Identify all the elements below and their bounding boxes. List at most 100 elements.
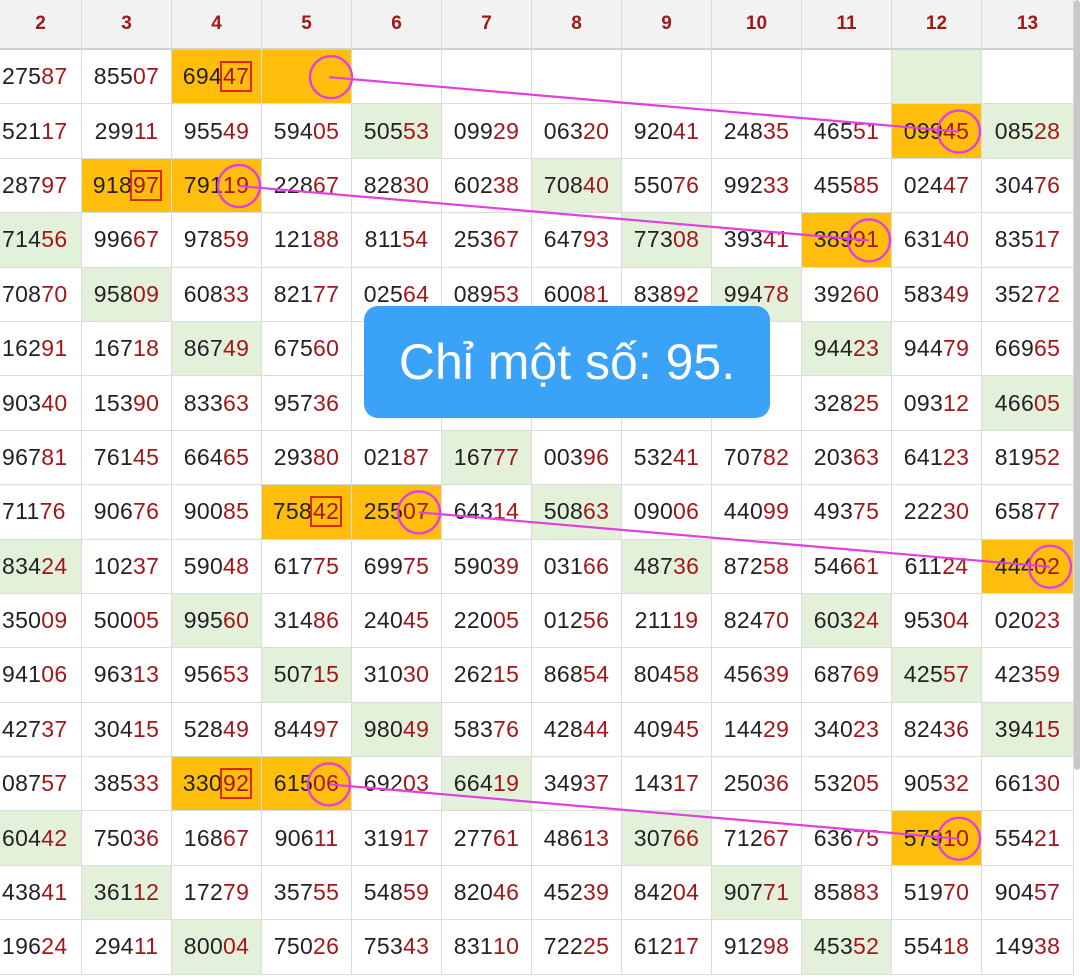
- number-cell: 031 66: [532, 539, 622, 594]
- number-head: 393: [723, 226, 764, 253]
- number-head: 995: [183, 607, 224, 634]
- tail-digits: 06: [313, 770, 340, 797]
- tail-digits: 17: [673, 933, 700, 960]
- number-head: 867: [183, 335, 224, 362]
- tail-digits: 79: [943, 335, 970, 362]
- tail-digits: 12: [133, 879, 160, 906]
- tail-digits: 41: [763, 226, 790, 253]
- number-head: 168: [183, 824, 224, 851]
- number-head: 967: [2, 443, 42, 470]
- tail-digits: 30: [403, 171, 430, 198]
- number-head: 824: [723, 607, 764, 634]
- number-cell: 330 92: [172, 757, 262, 812]
- number-cell: 444 02: [982, 539, 1074, 594]
- tail-digits: 63: [853, 443, 880, 470]
- tail-digits: 76: [1034, 171, 1061, 198]
- tail-digits: 25: [853, 389, 880, 416]
- number-cell: 867 49: [172, 321, 262, 377]
- number-head: 548: [363, 879, 404, 906]
- tail-digits: 75: [853, 498, 880, 525]
- tail-digits: 12: [943, 389, 970, 416]
- number-cell: 604 42: [0, 811, 82, 866]
- number-cell: 486 13: [532, 811, 622, 866]
- number-head: 955: [183, 117, 224, 144]
- number-head: 456: [723, 661, 764, 688]
- number-head: 550: [633, 171, 674, 198]
- tail-digits: 45: [943, 117, 970, 144]
- number-cell: 750 26: [262, 920, 352, 975]
- tail-digits: 38: [1034, 933, 1061, 960]
- tail-digits: 36: [313, 389, 340, 416]
- number-cell: 548 59: [352, 865, 442, 921]
- number-head: 149: [994, 933, 1035, 960]
- tail-digits: 56: [583, 607, 610, 634]
- tail-digits: 05: [313, 117, 340, 144]
- number-head: 438: [2, 879, 42, 906]
- tail-digits: 70: [763, 607, 790, 634]
- tail-digits: 30: [943, 498, 970, 525]
- number-head: 024: [903, 171, 944, 198]
- number-cell: 519 70: [892, 865, 982, 921]
- number-head: 167: [93, 335, 134, 362]
- column-header-9: 9: [622, 0, 712, 50]
- number-head: 590: [453, 552, 494, 579]
- number-cell: 466 05: [982, 376, 1074, 431]
- number-head: 486: [543, 824, 584, 851]
- number-head: 546: [813, 552, 854, 579]
- tail-digits: 13: [583, 824, 610, 851]
- number-head: 102: [93, 552, 134, 579]
- scrollbar[interactable]: [1074, 0, 1080, 770]
- tail-digits: 67: [223, 824, 250, 851]
- tail-digits: 53: [493, 280, 520, 307]
- number-cell: 299 11: [82, 104, 172, 159]
- tail-digits: 19: [672, 607, 699, 634]
- tail-digits: 02: [1034, 552, 1061, 579]
- number-head: 144: [723, 715, 764, 742]
- tail-digits: 04: [223, 933, 250, 960]
- number-head: 287: [2, 171, 42, 198]
- tail-digits: 70: [943, 879, 970, 906]
- number-head: 093: [903, 389, 944, 416]
- number-cell: 664 65: [172, 430, 262, 486]
- number-cell: 255 07: [352, 485, 442, 540]
- tail-digits: 56: [41, 226, 68, 253]
- number-head: 304: [994, 171, 1035, 198]
- number-head: 900: [183, 498, 224, 525]
- tail-digits: 24: [41, 552, 68, 579]
- number-head: 980: [363, 715, 404, 742]
- number-head: 761: [93, 443, 134, 470]
- number-head: 978: [183, 226, 224, 253]
- tail-digits: 97: [313, 715, 340, 742]
- tail-digits: 70: [41, 280, 68, 307]
- tail-digits: 06: [41, 661, 68, 688]
- tail-digits: 64: [403, 280, 430, 307]
- number-cell: 409 45: [622, 702, 712, 758]
- boxed-tail-digits: 92: [220, 768, 253, 800]
- number-cell: 508 63: [532, 485, 622, 540]
- number-head: 711: [2, 498, 40, 525]
- tail-digits: 29: [493, 117, 520, 144]
- tail-digits: 54: [402, 226, 429, 253]
- number-cell: 500 05: [82, 593, 172, 649]
- number-head: 600: [543, 280, 584, 307]
- number-cell: 820 46: [442, 865, 532, 921]
- tail-digits: 26: [313, 933, 340, 960]
- number-cell: 753 43: [352, 920, 442, 975]
- number-cell: 328 25: [802, 376, 892, 431]
- number-head: 493: [813, 498, 854, 525]
- tail-digits: 61: [493, 824, 520, 851]
- tail-digits: 11: [133, 933, 159, 960]
- number-head: 956: [183, 661, 224, 688]
- tail-digits: 52: [853, 933, 880, 960]
- number-head: 907: [723, 879, 764, 906]
- number-cell: 583 49: [892, 267, 982, 322]
- tail-digits: 71: [763, 879, 790, 906]
- tail-digits: 10: [493, 933, 520, 960]
- number-cell: 707 82: [712, 430, 802, 486]
- number-cell: 393 41: [712, 213, 802, 268]
- number-cell: 980 49: [352, 702, 442, 758]
- tail-digits: 53: [403, 117, 430, 144]
- tail-digits: 57: [41, 770, 68, 797]
- number-cell: 615 06: [262, 757, 352, 812]
- number-cell: 487 36: [622, 539, 712, 594]
